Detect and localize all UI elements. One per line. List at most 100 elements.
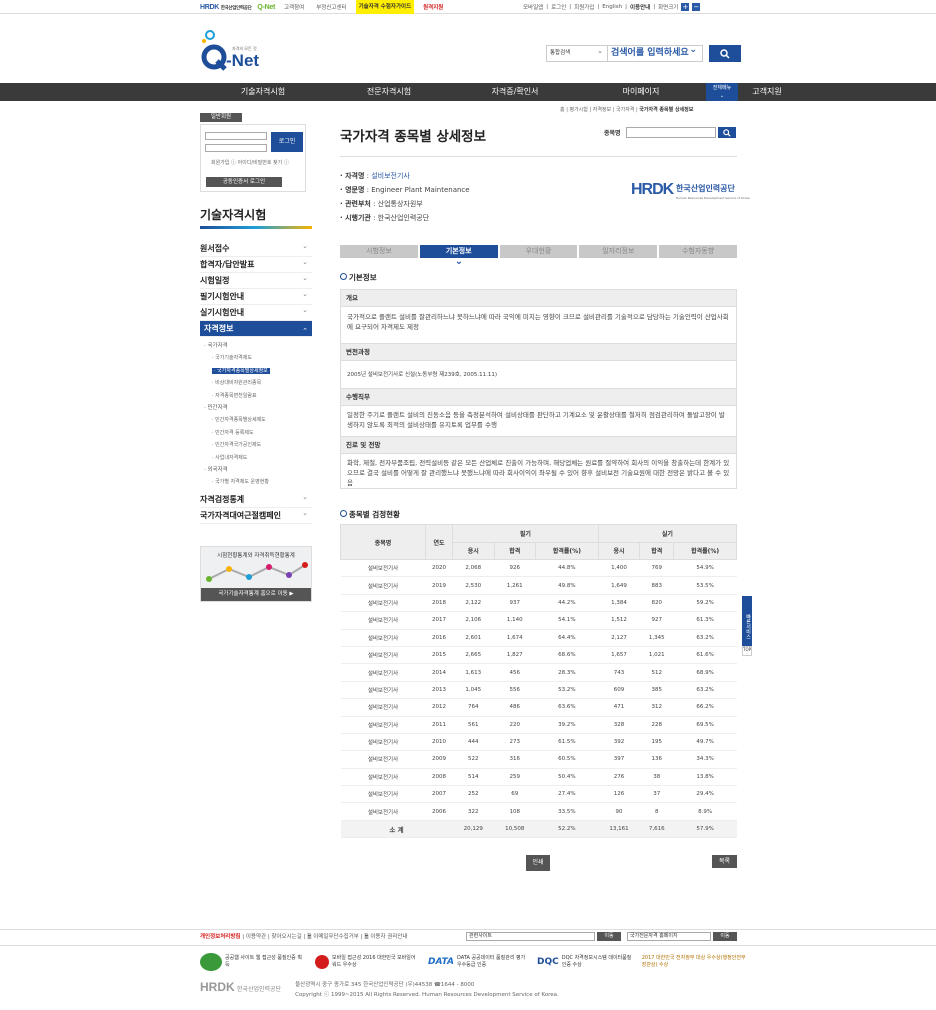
- submenu-national-system[interactable]: · 국가기술자격제도: [204, 352, 312, 365]
- top-link-participate[interactable]: 고객참여: [281, 3, 307, 11]
- table-cell: 63.6%: [535, 698, 599, 717]
- table-cell: 743: [598, 663, 640, 682]
- related-sites-select[interactable]: 관련사이트: [466, 932, 595, 941]
- award-icon: [200, 953, 222, 971]
- search-button[interactable]: [709, 45, 741, 62]
- table-total-cell: 13,161: [598, 820, 640, 839]
- table-total-cell: 20,129: [452, 820, 495, 839]
- item-search-input[interactable]: [625, 127, 716, 138]
- submenu-private-official[interactable]: · 민간자격국가공인제도: [204, 439, 312, 452]
- link-login[interactable]: 로그인: [551, 3, 566, 11]
- banner-mobile-award[interactable]: 모바일 접근성 2016 대한민국 모바일어워드 우수상: [315, 955, 418, 969]
- table-cell: 220: [494, 716, 536, 734]
- menu-schedule[interactable]: 시험일정: [200, 270, 312, 289]
- id-input[interactable]: [205, 132, 267, 140]
- table-cell: 937: [494, 594, 536, 613]
- top-link-remote[interactable]: 원격지원: [420, 3, 446, 11]
- table-cell: 설비보전기사: [340, 750, 426, 769]
- menu-application[interactable]: 원서접수: [200, 238, 312, 257]
- section-basic-info: 기본정보: [340, 272, 377, 283]
- submenu-history[interactable]: · 자격종목변천일람표: [204, 390, 312, 403]
- login-links[interactable]: 회원가입 ⓘ 아이디/비밀번호 찾기 ⓘ: [211, 159, 289, 166]
- table-cell: 설비보전기사: [340, 785, 426, 804]
- submenu-private-detail[interactable]: · 민간자격종목별상세제도: [204, 414, 312, 427]
- table-cell: 2018: [425, 594, 453, 613]
- tab-preference[interactable]: 우대현황: [499, 245, 578, 258]
- nav-certificate[interactable]: 자격증/확인서: [452, 83, 578, 101]
- login-button[interactable]: 로그인: [271, 132, 303, 152]
- menu-results[interactable]: 합격자/답안발표: [200, 254, 312, 273]
- submenu-national[interactable]: · 국가자격: [204, 340, 312, 352]
- password-input[interactable]: [205, 144, 267, 152]
- basic-overview-heading: 개요: [341, 290, 736, 307]
- banner-web-accessibility[interactable]: 공공웹 사이트 웹 접근성 품질인증 획득: [200, 953, 305, 971]
- link-guide[interactable]: 이용안내: [630, 3, 650, 11]
- table-cell: 설비보전기사: [340, 733, 426, 752]
- link-signup[interactable]: 회원가입: [574, 3, 594, 11]
- table-row: 설비보전기사 2007 252 69 27.4% 126 37 29.4%: [340, 785, 737, 804]
- submenu-foreign-status[interactable]: · 국가별 자격제도 운영현황: [204, 476, 312, 489]
- logo-subtitle: 자격의 모든 것: [232, 46, 257, 51]
- banner-data-quality[interactable]: DATA DATA 공공데이터 품질관리 평가 우수등급 인증: [428, 955, 527, 969]
- search-scope-select[interactable]: 통합검색: [546, 44, 608, 62]
- table-cell: 2,122: [452, 594, 495, 613]
- footer-policy-links[interactable]: | 이용약관 | 찾아오시는길 | 🗎 이메일무단수집거부 | 🗎 이용자 권리…: [240, 934, 407, 940]
- table-row: 설비보전기사 2010 444 273 61.5% 392 195 49.7%: [340, 733, 737, 752]
- table-cell: 29.4%: [673, 785, 737, 804]
- link-mobile-app[interactable]: 모바일앱: [523, 3, 543, 11]
- menu-campaign[interactable]: 국가자격대여근절캠페인: [200, 505, 312, 524]
- banner-egov-award[interactable]: 2017 대한민국 전자정부 대상 우수상(행정안전부 장관상) 수상: [642, 955, 747, 969]
- submenu-emergency[interactable]: · 비상대비자원관리종목: [204, 377, 312, 390]
- stats-banner[interactable]: 시험현황통계와 자격취득현황통계 국가기술자격통계 홈으로 이동 ▶: [200, 546, 312, 602]
- nav-mypage[interactable]: 마이페이지: [578, 83, 704, 101]
- professional-sites-select[interactable]: 국가전문자격 홈페이지: [627, 932, 711, 941]
- qnet-top-logo[interactable]: Q-Net: [257, 4, 275, 11]
- submenu-private-register[interactable]: · 민간자격 등록제도: [204, 427, 312, 440]
- table-cell: 1,400: [598, 559, 640, 578]
- professional-sites-go-button[interactable]: 이동: [713, 932, 737, 941]
- qnet-logo[interactable]: -Net 자격의 모든 것: [200, 28, 260, 73]
- related-sites-go-button[interactable]: 이동: [597, 932, 621, 941]
- submenu-business[interactable]: · 사업내자격제도: [204, 452, 312, 465]
- tab-exam-info[interactable]: 시험정보: [340, 245, 418, 258]
- top-button[interactable]: TOP: [742, 646, 752, 656]
- tab-basic-info[interactable]: 기본정보: [419, 245, 498, 268]
- menu-qualification-info[interactable]: 자격정보: [200, 321, 312, 339]
- tab-jobs[interactable]: 일자리정보: [579, 245, 658, 258]
- table-cell: 228: [639, 716, 674, 734]
- zoom-in-button[interactable]: +: [681, 3, 690, 11]
- top-link-report[interactable]: 부정신고센터: [313, 3, 349, 11]
- table-cell: 609: [598, 681, 640, 700]
- top-link-guide[interactable]: 기술자격 수험자가이드: [355, 0, 415, 14]
- tab-trends[interactable]: 수험자동향: [659, 245, 737, 258]
- table-cell: 28.3%: [535, 663, 599, 682]
- info-label-ministry: · 관련부처: [340, 200, 371, 208]
- submenu-private[interactable]: · 민간자격: [204, 402, 312, 414]
- menu-statistics[interactable]: 자격검정통계: [200, 489, 312, 508]
- zoom-out-button[interactable]: −: [692, 3, 701, 11]
- search-input[interactable]: 검색어를 입력하세요: [608, 43, 703, 62]
- menu-written-exam[interactable]: 필기시험안내: [200, 286, 312, 305]
- table-cell: 1,140: [494, 611, 536, 630]
- nav-technical-exam[interactable]: 기술자격시험: [200, 83, 326, 101]
- table-cell: 108: [494, 802, 536, 821]
- info-label-english: · 영문명: [340, 186, 365, 194]
- th-item: 종목명: [340, 524, 426, 560]
- table-cell: 328: [598, 716, 640, 734]
- print-button[interactable]: 인쇄: [526, 855, 550, 871]
- nav-professional-exam[interactable]: 전문자격시험: [326, 83, 452, 101]
- th-year: 연도: [425, 524, 453, 560]
- cert-login-button[interactable]: 공동인증서 로그인: [206, 177, 282, 187]
- stats-home-button[interactable]: 국가기술자격통계 홈으로 이동 ▶: [201, 588, 311, 601]
- item-search-button[interactable]: [717, 127, 736, 138]
- member-tab[interactable]: 일반회원: [200, 113, 242, 122]
- all-menu-button[interactable]: 전체메뉴 ⌄: [706, 83, 738, 101]
- list-button[interactable]: 목록: [712, 855, 737, 868]
- link-english[interactable]: English: [602, 4, 622, 10]
- submenu-foreign[interactable]: · 외국자격: [204, 464, 312, 476]
- menu-practical-exam[interactable]: 실기시험안내: [200, 302, 312, 321]
- submenu-national-detail[interactable]: · 국가자격종목별상세정보: [204, 365, 312, 378]
- banner-dqc[interactable]: DQC DQC 자격정보시스템 데이터품질인증 수상: [537, 955, 632, 969]
- hrdk-top-logo[interactable]: HRDK 한국산업인력공단: [200, 4, 252, 11]
- privacy-link[interactable]: 개인정보처리방침: [200, 934, 240, 940]
